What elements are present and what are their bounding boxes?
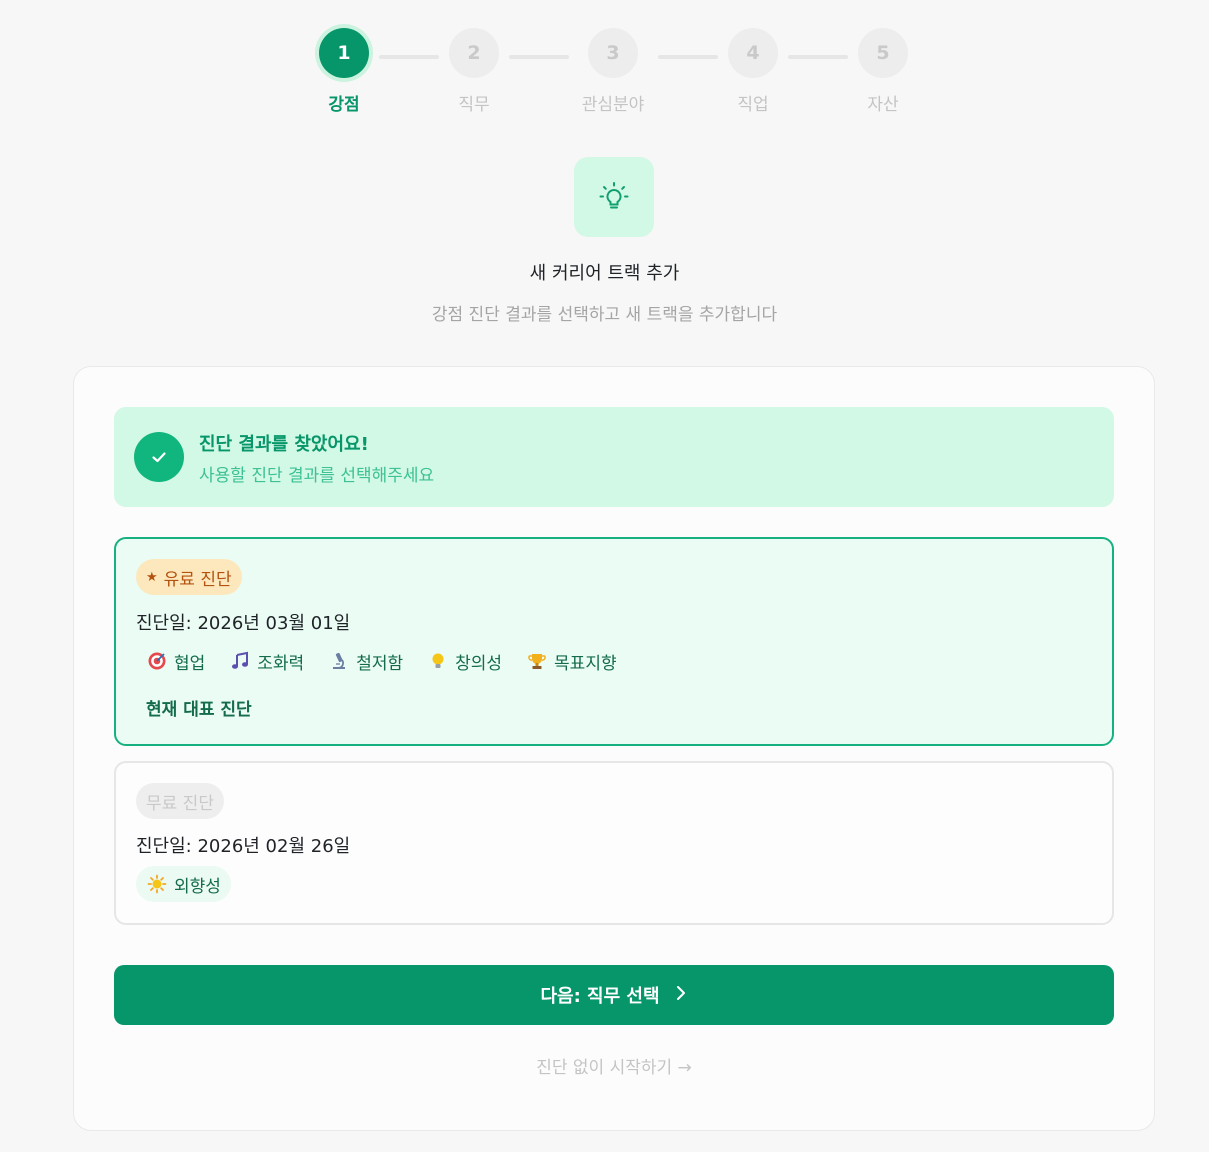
strength-label: 협업	[174, 653, 206, 674]
sun-icon	[146, 873, 168, 895]
step-job[interactable]: 2 직무	[424, 28, 524, 115]
strength-chip: 외향성	[136, 866, 231, 902]
step-interests[interactable]: 3 관심분야	[563, 28, 663, 115]
step-label: 강점	[328, 95, 360, 115]
lightbulb-icon	[427, 650, 449, 672]
lightbulb-icon	[574, 157, 654, 237]
trophy-icon	[526, 650, 548, 672]
strength-label: 조화력	[257, 653, 305, 674]
diagnosis-date: 진단일: 2026년 02월 26일	[136, 836, 351, 857]
page-subtitle: 강점 진단 결과를 선택하고 새 트랙을 추가합니다	[431, 305, 778, 325]
star-icon: ★	[146, 569, 158, 585]
diagnosis-option-paid[interactable]: ★ 유료 진단 진단일: 2026년 03월 01일 협업 조화력 철저함 창의…	[114, 537, 1114, 746]
skip-diagnosis-link[interactable]: 진단 없이 시작하기 →	[74, 1053, 1154, 1078]
target-icon	[146, 650, 168, 672]
step-strengths[interactable]: 1 강점	[294, 28, 394, 115]
step-number: 5	[858, 28, 908, 78]
step-label: 관심분야	[581, 95, 645, 115]
free-badge: 무료 진단	[136, 783, 224, 819]
diagnosis-date: 진단일: 2026년 03월 01일	[136, 613, 351, 634]
step-number: 4	[728, 28, 778, 78]
step-number: 1	[319, 28, 369, 78]
step-number: 2	[449, 28, 499, 78]
next-step-button[interactable]: 다음: 직무 선택	[114, 965, 1114, 1025]
check-icon	[134, 432, 184, 482]
strength-label: 철저함	[356, 653, 404, 674]
strength-chip: 창의성	[417, 643, 512, 679]
strength-label: 목표지향	[554, 653, 617, 674]
step-label: 직무	[458, 95, 490, 115]
strength-chip: 협업	[136, 643, 215, 679]
diagnosis-option-free[interactable]: 무료 진단 진단일: 2026년 02월 26일 외향성	[114, 761, 1114, 925]
step-label: 자산	[867, 95, 899, 115]
diagnosis-card: 진단 결과를 찾았어요! 사용할 진단 결과를 선택해주세요 ★ 유료 진단 진…	[73, 366, 1155, 1131]
strength-label: 창의성	[455, 653, 503, 674]
microscope-icon	[328, 650, 350, 672]
found-title: 진단 결과를 찾았어요!	[199, 434, 369, 455]
strength-list: 외향성	[136, 866, 231, 902]
progress-stepper: 1 강점 2 직무 3 관심분야 4 직업 5 자산	[0, 0, 1209, 130]
chevron-right-icon	[674, 985, 688, 1006]
strength-chip: 목표지향	[516, 643, 627, 679]
strength-label: 외향성	[174, 876, 221, 897]
strength-chip: 철저함	[318, 643, 413, 679]
step-label: 직업	[737, 95, 769, 115]
representative-label: 현재 대표 진단	[146, 700, 252, 720]
badge-label: 유료 진단	[163, 569, 232, 590]
strength-chip: 조화력	[219, 643, 314, 679]
badge-label: 무료 진단	[146, 793, 214, 814]
step-number: 3	[588, 28, 638, 78]
strength-list: 협업 조화력 철저함 창의성 목표지향	[136, 643, 627, 679]
step-assets[interactable]: 5 자산	[833, 28, 933, 115]
paid-badge: ★ 유료 진단	[136, 559, 242, 595]
step-occupation[interactable]: 4 직업	[703, 28, 803, 115]
found-subtitle: 사용할 진단 결과를 선택해주세요	[199, 466, 435, 486]
music-note-icon	[229, 650, 251, 672]
found-banner: 진단 결과를 찾았어요! 사용할 진단 결과를 선택해주세요	[114, 407, 1114, 507]
next-button-label: 다음: 직무 선택	[540, 986, 660, 1007]
page-title: 새 커리어 트랙 추가	[529, 263, 680, 284]
